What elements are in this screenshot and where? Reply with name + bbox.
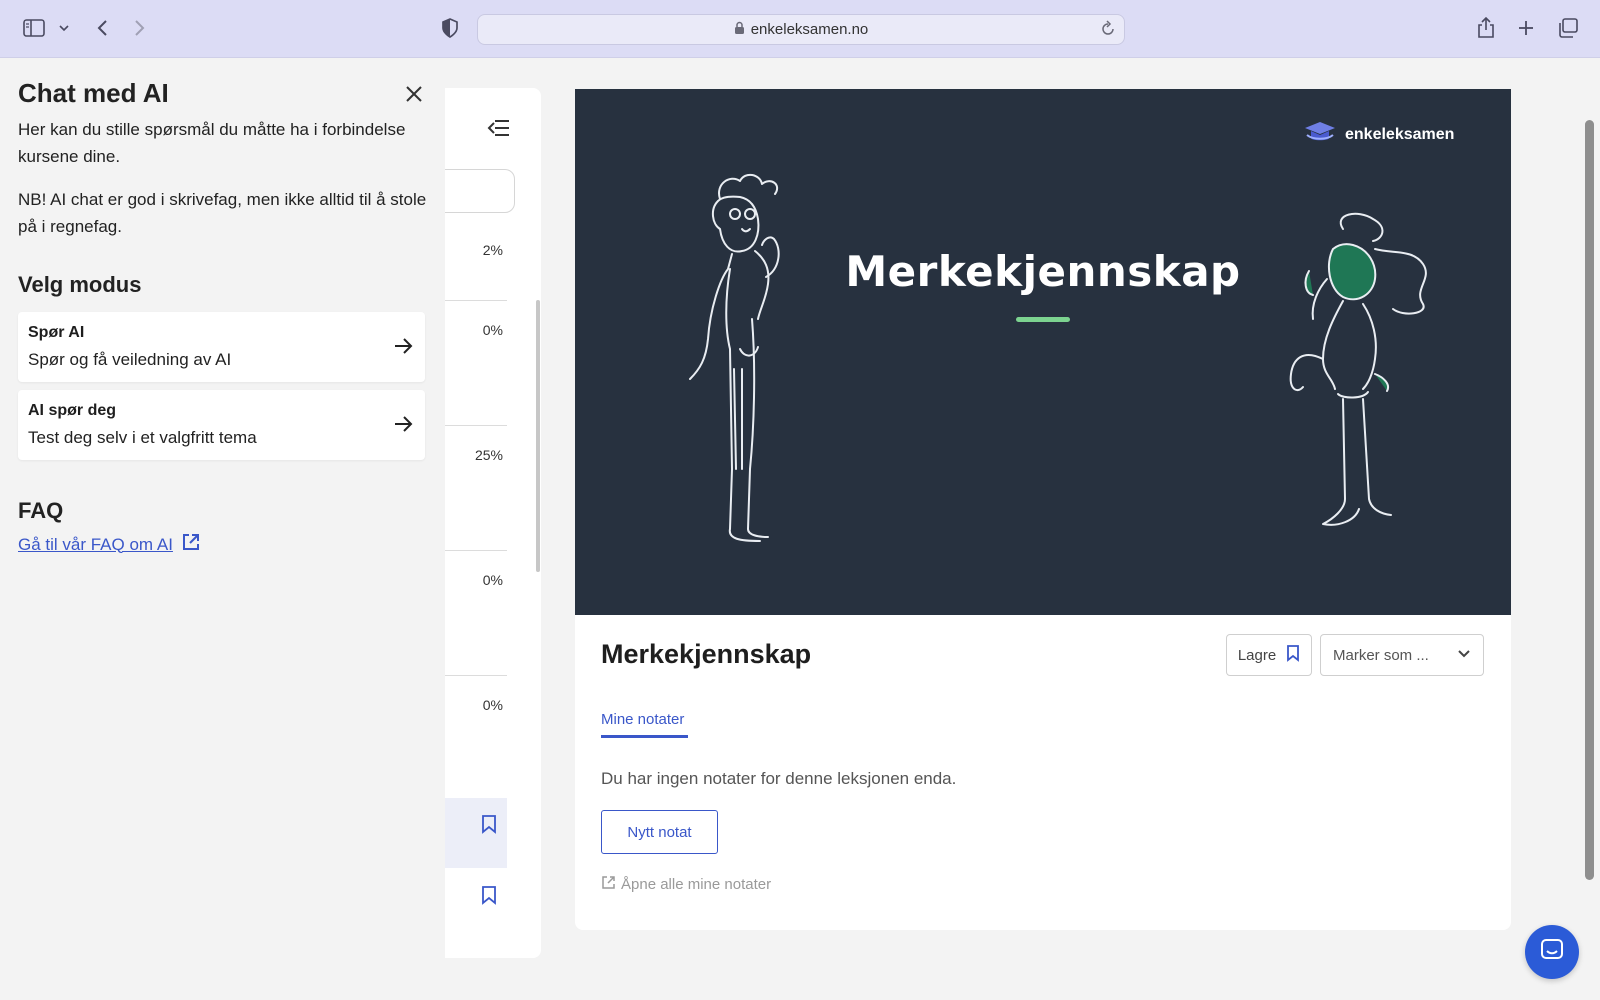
bookmark-icon[interactable] [481, 885, 499, 905]
lesson-list-scrollbar[interactable] [536, 300, 540, 572]
arrow-right-icon [391, 334, 415, 358]
address-bar[interactable]: enkeleksamen.no [477, 14, 1125, 45]
progress-percent: 25% [474, 447, 503, 463]
active-tab-indicator [601, 735, 688, 738]
empty-notes-message: Du har ingen notater for denne leksjonen… [601, 769, 957, 788]
divider [445, 300, 507, 301]
open-all-notes-text: Åpne alle mine notater [621, 876, 772, 893]
ai-chat-panel: Chat med AI Her kan du stille spørsmål d… [0, 58, 445, 1000]
share-icon[interactable] [1472, 14, 1500, 42]
progress-percent: 2% [482, 242, 503, 258]
close-icon[interactable] [400, 80, 428, 108]
lock-icon [734, 21, 745, 38]
save-button[interactable]: Lagre [1226, 634, 1312, 676]
panel-note: NB! AI chat er god i skrivefag, men ikke… [18, 190, 427, 236]
thinking-woman-illustration [1289, 212, 1427, 526]
chat-icon [1539, 937, 1565, 968]
divider [445, 550, 507, 551]
external-link-icon [601, 875, 616, 894]
graduation-cap-icon [1303, 119, 1337, 150]
chevron-down-icon[interactable] [50, 14, 78, 42]
url-text: enkeleksamen.no [750, 21, 869, 38]
tab-my-notes[interactable]: Mine notater [601, 711, 684, 728]
lesson-hero-banner: enkeleksamen Merkekjennskap [575, 89, 1511, 615]
arrow-right-icon [391, 412, 415, 436]
external-link-icon [181, 532, 201, 557]
panel-title: Chat med AI [18, 78, 169, 108]
mode-subtitle: Test deg selv i et valgfritt tema [28, 428, 257, 447]
back-icon[interactable] [88, 14, 116, 42]
progress-percent: 0% [482, 322, 503, 338]
plus-icon[interactable] [1512, 14, 1540, 42]
faq-link-text: Gå til vår FAQ om AI [18, 534, 173, 554]
lesson-title: Merkekjennskap [601, 639, 812, 669]
mode-ai-asks-card[interactable]: AI spør deg Test deg selv i et valgfritt… [18, 390, 425, 460]
mode-heading: Velg modus [18, 272, 142, 297]
mark-as-dropdown[interactable]: Marker som ... [1320, 634, 1484, 676]
divider [445, 675, 507, 676]
brand-logo: enkeleksamen [1303, 119, 1454, 150]
mode-title: Spør AI [28, 324, 85, 341]
hero-underline [1016, 317, 1070, 322]
reload-icon[interactable] [1100, 20, 1116, 42]
chevron-down-icon [1457, 647, 1471, 665]
collapse-menu-icon[interactable] [485, 114, 513, 142]
progress-percent: 0% [482, 572, 503, 588]
browser-toolbar: enkeleksamen.no [0, 0, 1600, 58]
progress-percent: 0% [482, 697, 503, 713]
thinking-man-illustration [689, 173, 780, 542]
bookmark-icon [1286, 644, 1300, 666]
save-label: Lagre [1237, 646, 1277, 664]
chat-launcher-button[interactable] [1525, 925, 1579, 979]
bookmark-icon[interactable] [481, 814, 499, 834]
mark-as-label: Marker som ... [1333, 646, 1429, 664]
mode-ask-ai-card[interactable]: Spør AI Spør og få veiledning av AI [18, 312, 425, 382]
lesson-content-card: Merkekjennskap Lagre Marker som ... Mine… [575, 615, 1511, 930]
shield-icon[interactable] [436, 14, 464, 42]
faq-link[interactable]: Gå til vår FAQ om AI [18, 532, 201, 557]
forward-icon[interactable] [126, 14, 154, 42]
new-note-button[interactable]: Nytt notat [601, 810, 718, 854]
logo-text: enkeleksamen [1345, 125, 1455, 143]
tabs-icon[interactable] [1554, 14, 1582, 42]
mode-title: AI spør deg [28, 402, 117, 419]
open-all-notes-link[interactable]: Åpne alle mine notater [601, 875, 771, 894]
lesson-list-panel: 2% 0% 25% 0% 0% [445, 88, 541, 958]
mode-subtitle: Spør og få veiledning av AI [28, 350, 232, 369]
panel-description: Her kan du stille spørsmål du måtte ha i… [18, 120, 406, 166]
page-scrollbar[interactable] [1585, 120, 1594, 880]
sidebar-icon[interactable] [20, 14, 48, 42]
faq-heading: FAQ [18, 498, 64, 523]
lesson-search-input[interactable] [445, 169, 515, 213]
divider [445, 425, 507, 426]
